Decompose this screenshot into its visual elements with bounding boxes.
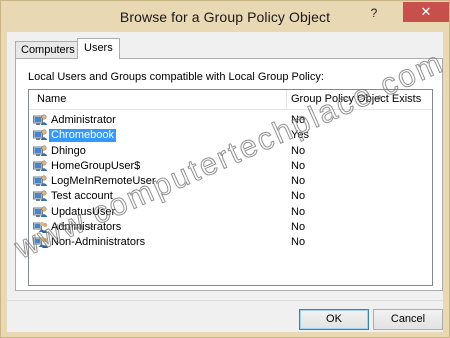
user-icon	[33, 159, 48, 173]
list-item-name: HomeGroupUser$	[51, 159, 141, 172]
list-item[interactable]: Test account No	[33, 189, 431, 204]
list-item-name: Test account	[51, 190, 113, 203]
ok-button[interactable]: OK	[299, 309, 369, 330]
title-bar[interactable]: Browse for a Group Policy Object ? ✕	[1, 1, 449, 32]
list-item-name: Chromebook	[49, 129, 116, 143]
list-item[interactable]: Chromebook Yes	[33, 128, 431, 143]
list-item[interactable]: Administrators No	[33, 220, 431, 235]
panel-caption: Local Users and Groups compatible with L…	[28, 71, 324, 83]
tab-panel-users: Local Users and Groups compatible with L…	[15, 58, 443, 291]
user-icon	[33, 113, 48, 127]
tab-computers[interactable]: Computers	[15, 41, 81, 58]
dialog-window: Browse for a Group Policy Object ? ✕ Com…	[0, 0, 450, 338]
list-header: Name Group Policy Object Exists	[29, 90, 432, 110]
tab-users[interactable]: Users	[77, 38, 120, 59]
group-icon	[33, 220, 48, 234]
list-item[interactable]: Dhingo No	[33, 144, 431, 159]
list-item[interactable]: Non-Administrators No	[33, 235, 431, 250]
user-icon	[33, 174, 48, 188]
list-item-gpo-exists: Yes	[291, 129, 309, 142]
cancel-button[interactable]: Cancel	[373, 309, 443, 330]
list-item-gpo-exists: No	[291, 236, 306, 248]
list-item[interactable]: Administrator No	[33, 113, 431, 128]
users-list[interactable]: Name Group Policy Object Exists Administ…	[28, 89, 433, 286]
list-item-name: Administrators	[51, 220, 122, 233]
list-item-name: Administrator	[51, 114, 116, 126]
list-item-name: UpdatusUser	[51, 205, 116, 218]
user-icon	[33, 144, 48, 158]
list-item-gpo-exists: No	[291, 114, 306, 126]
list-item[interactable]: HomeGroupUser$ No	[33, 159, 431, 174]
list-item-gpo-exists: No	[291, 220, 306, 233]
group-icon	[33, 235, 48, 249]
help-button[interactable]: ?	[363, 4, 385, 22]
list-item-gpo-exists: No	[291, 190, 306, 203]
list-item-name: Dhingo	[51, 144, 86, 157]
list-item-gpo-exists: No	[291, 144, 306, 157]
column-header-name[interactable]: Name	[37, 93, 66, 105]
user-icon	[33, 189, 48, 203]
user-icon	[33, 205, 48, 219]
list-item[interactable]: LogMeInRemoteUser No	[33, 174, 431, 189]
column-header-gpo-exists[interactable]: Group Policy Object Exists	[291, 93, 421, 105]
column-divider[interactable]	[286, 90, 287, 110]
list-item-name: Non-Administrators	[51, 236, 146, 248]
close-button[interactable]: ✕	[403, 2, 449, 22]
list-item-gpo-exists: No	[291, 159, 306, 172]
list-item-gpo-exists: No	[291, 205, 306, 218]
list-item-gpo-exists: No	[291, 175, 306, 187]
button-bar: OK Cancel	[7, 300, 443, 332]
list-item[interactable]: UpdatusUser No	[33, 205, 431, 220]
list-item-name: LogMeInRemoteUser	[51, 175, 156, 187]
dialog-client-area: Computers Users Local Users and Groups c…	[7, 32, 443, 332]
user-icon	[33, 128, 48, 142]
